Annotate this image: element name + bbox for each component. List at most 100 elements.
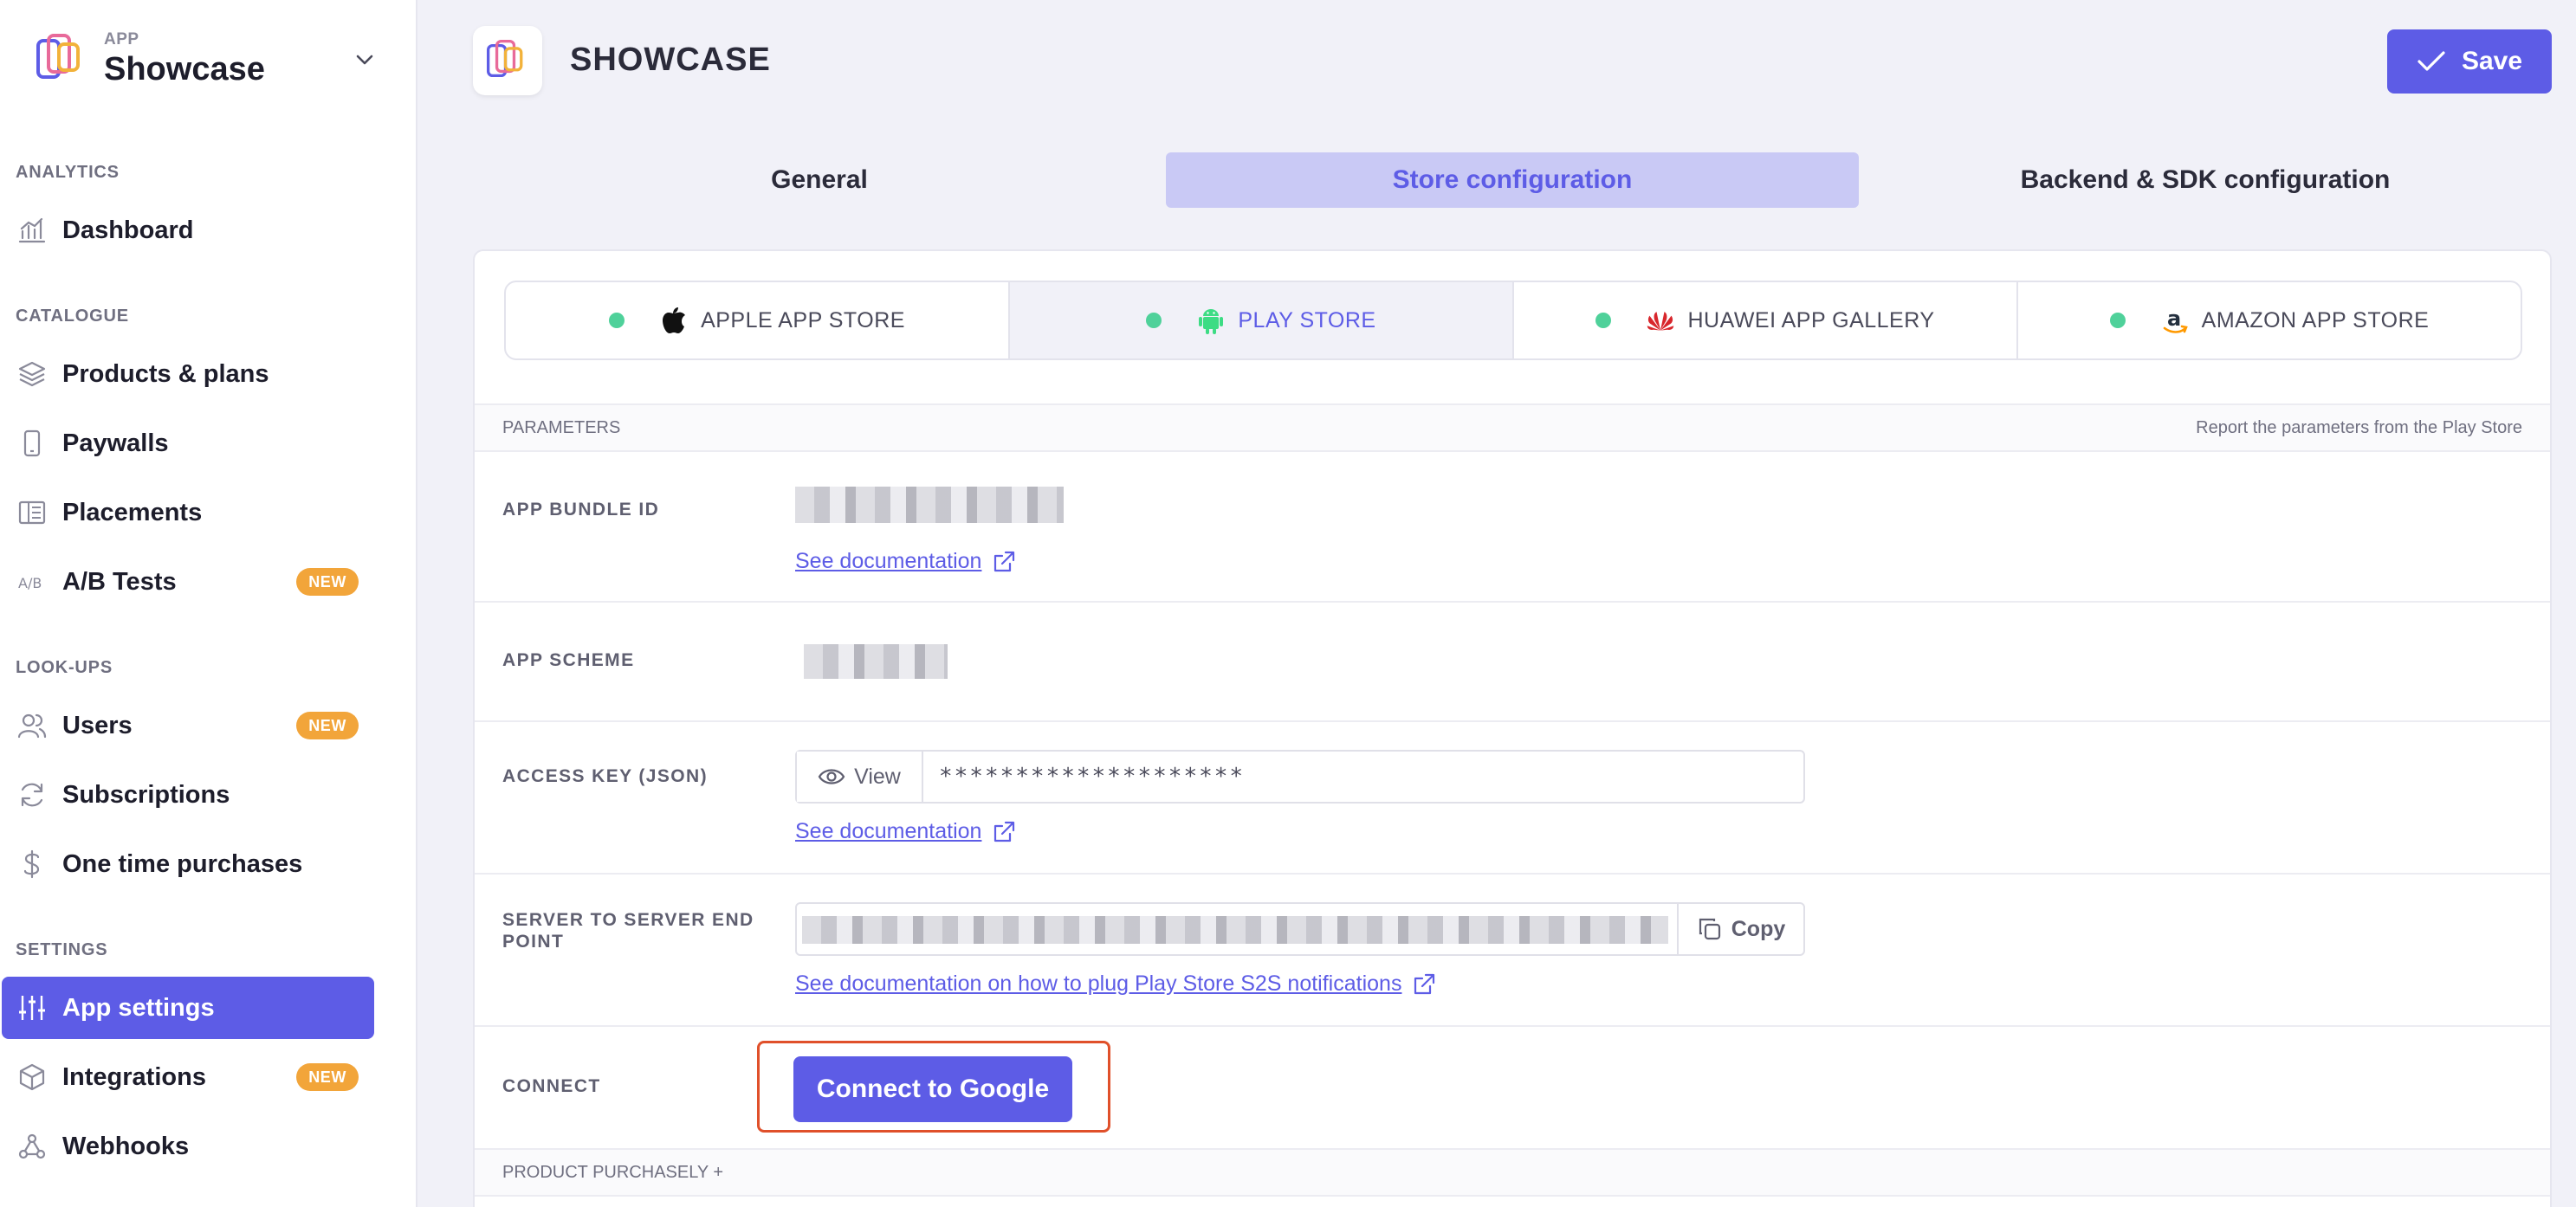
sidebar-item-one-time-purchases[interactable]: One time purchases	[2, 833, 374, 895]
huawei-icon	[1646, 306, 1675, 335]
doc-link-label: See documentation	[795, 819, 982, 843]
tab-store-configuration[interactable]: Store configuration	[1166, 152, 1859, 208]
users-icon	[17, 711, 47, 740]
product-purchasely-header[interactable]: PRODUCT PURCHASELY +	[475, 1148, 2550, 1197]
apple-icon	[659, 306, 689, 335]
cube-icon	[17, 1062, 47, 1092]
doc-link-label: See documentation on how to plug Play St…	[795, 971, 1402, 996]
sidebar-item-paywalls[interactable]: Paywalls	[2, 412, 374, 474]
store-tab-label: PLAY STORE	[1238, 307, 1376, 332]
copy-label: Copy	[1731, 916, 1786, 941]
view-label: View	[854, 764, 901, 789]
sidebar-item-label: Integrations	[62, 1062, 206, 1091]
store-tab-amazon[interactable]: a AMAZON APP STORE	[2018, 282, 2521, 358]
new-badge: NEW	[296, 1063, 359, 1091]
status-dot	[2109, 313, 2126, 328]
save-label: Save	[2461, 47, 2523, 75]
new-badge: NEW	[296, 712, 359, 739]
purchasely-logo-icon	[36, 34, 80, 79]
app-switcher[interactable]: APP Showcase	[31, 24, 378, 94]
external-link-icon	[994, 551, 1015, 571]
check-icon	[2417, 51, 2445, 71]
sidebar-item-label: Placements	[62, 498, 203, 526]
bundle-id-doc-link[interactable]: See documentation	[795, 549, 1016, 574]
chevron-down-icon[interactable]	[352, 47, 378, 73]
sidebar-item-label: Webhooks	[62, 1132, 190, 1160]
chart-icon	[17, 216, 47, 245]
sidebar: APP Showcase ANALYTICS Dashboard CATALOG…	[0, 0, 417, 1207]
access-key-value: ********************	[939, 764, 1246, 790]
store-tab-play[interactable]: PLAY STORE	[1010, 282, 1514, 358]
store-tab-label: HUAWEI APP GALLERY	[1687, 307, 1935, 332]
sidebar-item-label: A/B Tests	[62, 567, 177, 596]
svg-text:a: a	[2167, 307, 2182, 331]
svg-text:A/B: A/B	[18, 575, 42, 591]
parameters-hint: Report the parameters from the Play Stor…	[2196, 417, 2522, 437]
tab-backend-sdk[interactable]: Backend & SDK configuration	[1859, 152, 2552, 208]
field-label: APP BUNDLE ID	[502, 500, 660, 520]
redacted-scheme	[804, 644, 948, 679]
sidebar-item-integrations[interactable]: Integrations NEW	[2, 1046, 374, 1108]
field-label: SERVER TO SERVER END POINT	[502, 910, 754, 952]
android-icon	[1196, 306, 1226, 335]
tab-general[interactable]: General	[473, 152, 1166, 208]
status-dot	[609, 313, 625, 328]
save-button[interactable]: Save	[2387, 29, 2552, 94]
status-dot	[1595, 313, 1612, 328]
row-s2s-endpoint: SERVER TO SERVER END POINT Copy See docu…	[475, 875, 2550, 1027]
store-tab-apple[interactable]: APPLE APP STORE	[506, 282, 1010, 358]
sidebar-item-dashboard[interactable]: Dashboard	[2, 199, 374, 261]
s2s-doc-link[interactable]: See documentation on how to plug Play St…	[795, 971, 1436, 997]
refresh-icon	[17, 780, 47, 810]
store-config-panel: APPLE APP STORE PLAY STORE HUAWEI APP GA…	[473, 249, 2552, 1207]
parameters-title: PARAMETERS	[502, 417, 621, 437]
app-name: Showcase	[104, 50, 265, 87]
redacted-endpoint	[802, 916, 1668, 944]
parameters-header: PARAMETERS Report the parameters from th…	[475, 403, 2550, 452]
doc-link-label: See documentation	[795, 549, 982, 573]
eye-icon	[818, 769, 845, 784]
connect-to-google-button[interactable]: Connect to Google	[793, 1056, 1072, 1122]
sidebar-item-subscriptions[interactable]: Subscriptions	[2, 764, 374, 826]
store-tab-label: APPLE APP STORE	[701, 307, 905, 332]
nav-section-settings: SETTINGS	[16, 940, 108, 959]
access-key-doc-link[interactable]: See documentation	[795, 819, 1016, 844]
sidebar-item-users[interactable]: Users NEW	[2, 694, 374, 757]
sidebar-item-products[interactable]: Products & plans	[2, 343, 374, 405]
sidebar-item-label: App settings	[62, 993, 215, 1022]
new-badge: NEW	[296, 568, 359, 596]
s2s-endpoint-input[interactable]: Copy	[795, 902, 1805, 956]
nav-section-analytics: ANALYTICS	[16, 163, 120, 182]
external-link-icon	[994, 821, 1015, 842]
field-label: ACCESS KEY (JSON)	[502, 766, 708, 786]
external-link-icon	[1414, 973, 1435, 994]
nav-section-lookups: LOOK-UPS	[16, 658, 113, 677]
layout-icon	[17, 498, 47, 527]
sidebar-item-label: Subscriptions	[62, 780, 230, 809]
copy-button[interactable]: Copy	[1677, 904, 1803, 954]
ab-icon: A/B	[17, 567, 47, 597]
access-key-input[interactable]: View ********************	[795, 750, 1805, 804]
store-tab-label: AMAZON APP STORE	[2201, 307, 2430, 332]
sidebar-item-label: Users	[62, 711, 133, 739]
copy-icon	[1699, 918, 1720, 940]
sidebar-item-ab-tests[interactable]: A/B A/B Tests NEW	[2, 551, 374, 613]
sidebar-item-label: Dashboard	[62, 216, 194, 244]
store-tab-huawei[interactable]: HUAWEI APP GALLERY	[1514, 282, 2018, 358]
view-button[interactable]: View	[797, 752, 923, 802]
field-label: CONNECT	[502, 1076, 601, 1096]
row-connect: CONNECT Connect to Google	[475, 1027, 2550, 1148]
store-tabs: APPLE APP STORE PLAY STORE HUAWEI APP GA…	[504, 281, 2522, 360]
status-dot	[1146, 313, 1162, 328]
sliders-icon	[17, 993, 47, 1023]
product-section-title: PRODUCT PURCHASELY +	[502, 1162, 724, 1182]
sidebar-item-label: Paywalls	[62, 429, 169, 457]
purchasely-logo-icon	[486, 39, 523, 78]
sidebar-item-webhooks[interactable]: Webhooks	[2, 1115, 374, 1178]
app-logo	[473, 26, 542, 95]
amazon-icon: a	[2160, 306, 2190, 335]
sidebar-item-placements[interactable]: Placements	[2, 481, 374, 544]
redacted-bundle-id	[795, 487, 1064, 523]
sidebar-item-app-settings[interactable]: App settings	[2, 977, 374, 1039]
sidebar-item-label: One time purchases	[62, 849, 303, 878]
